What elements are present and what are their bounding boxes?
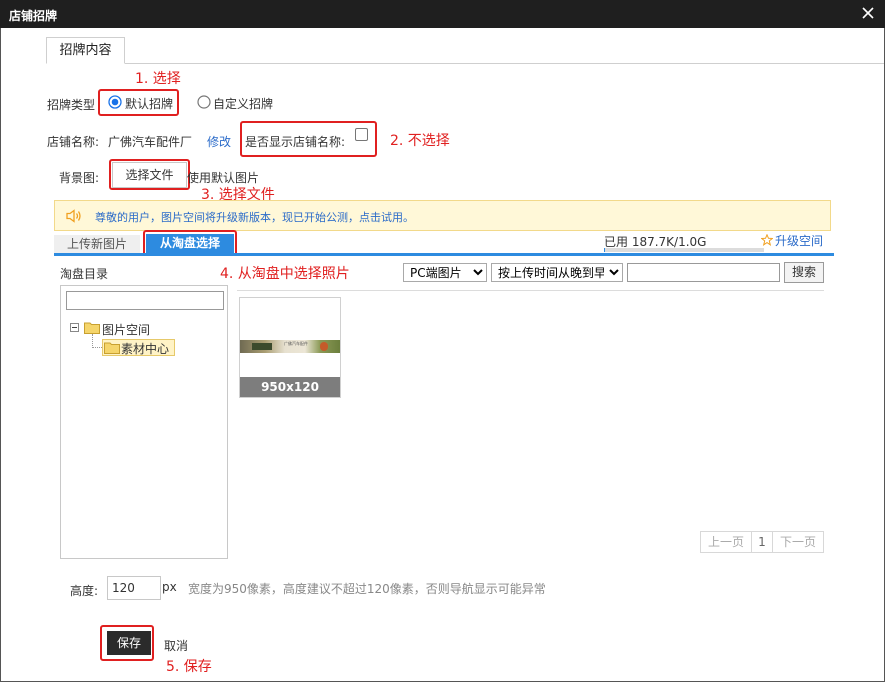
image-thumbnail[interactable]: 广佛汽车配件 950x120 <box>239 297 341 398</box>
star-icon <box>761 234 773 246</box>
upgrade-space-link[interactable]: 升级空间 <box>775 232 823 249</box>
search-button[interactable]: 搜索 <box>784 262 824 283</box>
banner-preview-mascot <box>320 342 328 351</box>
tree-item-material-center-label: 素材中心 <box>121 342 170 356</box>
sign-type-label: 招牌类型 <box>47 98 96 112</box>
annotation-step5: 5. 保存 <box>166 659 212 675</box>
show-store-name-label: 是否显示店铺名称: <box>245 135 346 149</box>
annotation-step1: 1. 选择 <box>135 71 181 87</box>
directory-title: 淘盘目录 <box>60 267 109 281</box>
image-type-select[interactable]: PC端图片 <box>403 263 487 282</box>
annotation-step4: 4. 从淘盘中选择照片 <box>220 266 350 282</box>
height-input[interactable]: 120 <box>107 576 161 600</box>
storage-usage-fill <box>604 248 605 252</box>
height-label: 高度: <box>70 584 99 598</box>
edit-store-name-link[interactable]: 修改 <box>207 133 231 150</box>
tab-upload-new[interactable]: 上传新图片 <box>54 235 140 253</box>
storage-usage-bar <box>604 248 764 252</box>
cancel-link[interactable]: 取消 <box>164 637 188 654</box>
radio-custom-sign-label[interactable]: 自定义招牌 <box>213 95 273 112</box>
subtab-underline <box>54 253 834 256</box>
folder-icon <box>104 342 120 354</box>
radio-default-sign[interactable] <box>108 95 122 109</box>
tree-connector <box>92 334 93 348</box>
show-store-name-checkbox[interactable] <box>355 128 368 141</box>
page-number[interactable]: 1 <box>751 531 773 553</box>
notice-text: 尊敬的用户，图片空间将升级新版本，现已开始公测，点击试用。 <box>95 211 414 224</box>
radio-default-sign-label[interactable]: 默认招牌 <box>125 95 173 112</box>
search-input[interactable] <box>627 263 780 282</box>
sort-order-select[interactable]: 按上传时间从晚到早 <box>491 263 623 282</box>
prev-page-button[interactable]: 上一页 <box>700 531 752 553</box>
tree-connector-h <box>92 347 102 348</box>
save-button[interactable]: 保存 <box>107 631 151 655</box>
store-name-value: 广佛汽车配件厂 <box>108 135 193 149</box>
dialog-titlebar: 店铺招牌 <box>0 0 885 28</box>
tree-item-image-space[interactable]: 图片空间 <box>102 321 150 338</box>
folder-icon <box>84 322 100 334</box>
results-divider <box>237 290 824 291</box>
height-hint: 宽度为950像素，高度建议不超过120像素，否则导航显示可能异常 <box>188 582 546 596</box>
height-unit: px <box>162 580 177 594</box>
annotation-step2: 2. 不选择 <box>390 133 450 149</box>
collapse-icon[interactable] <box>70 323 79 332</box>
radio-custom-sign[interactable] <box>197 95 211 109</box>
thumbnail-size-caption: 950x120 <box>240 377 340 397</box>
dialog-title: 店铺招牌 <box>9 9 58 23</box>
banner-preview-block <box>252 343 272 350</box>
tab-sign-content[interactable]: 招牌内容 <box>46 37 125 64</box>
annotation-box-step3 <box>109 159 190 190</box>
banner-preview-text: 广佛汽车配件 <box>284 341 308 346</box>
speaker-icon <box>66 209 81 223</box>
background-label: 背景图: <box>59 171 100 185</box>
next-page-button[interactable]: 下一页 <box>772 531 824 553</box>
dialog-border-left <box>0 28 1 682</box>
directory-search-input[interactable] <box>66 291 224 310</box>
tab-divider <box>46 63 884 64</box>
close-icon[interactable] <box>860 5 876 21</box>
notice-banner[interactable]: 尊敬的用户，图片空间将升级新版本，现已开始公测，点击试用。 <box>54 200 831 231</box>
store-name-label: 店铺名称: <box>47 135 100 149</box>
